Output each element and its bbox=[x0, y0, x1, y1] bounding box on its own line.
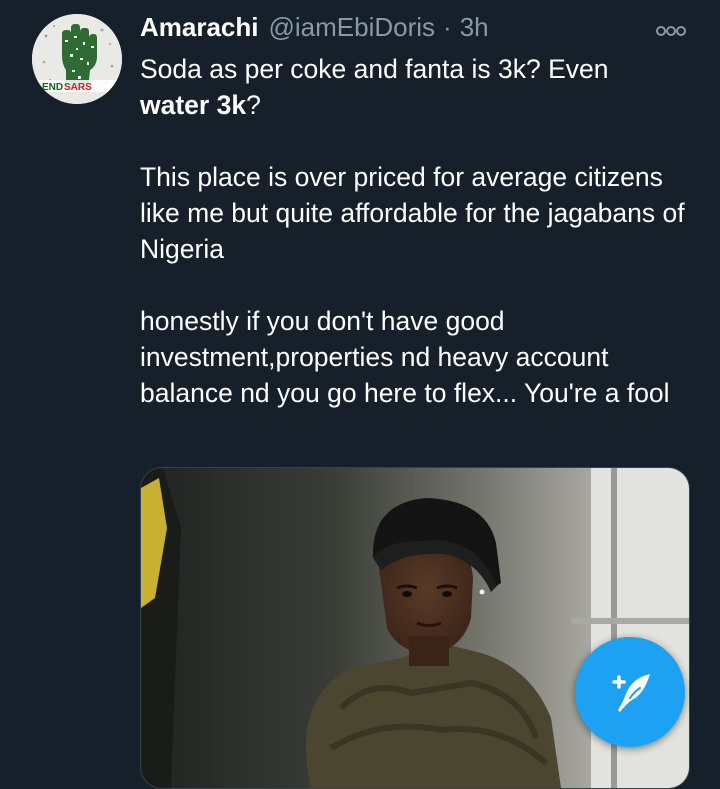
tweet-paragraph-1: Soda as per coke and fanta is 3k? Even w… bbox=[140, 51, 700, 123]
compose-tweet-button[interactable] bbox=[575, 637, 685, 747]
more-options-icon[interactable] bbox=[651, 20, 691, 42]
compose-tweet-icon bbox=[612, 674, 650, 712]
tweet[interactable]: END SARS Amarachi @iamEbiDoris · 3h Soda… bbox=[0, 0, 720, 789]
tweet-header: Amarachi @iamEbiDoris · 3h bbox=[140, 12, 489, 46]
header-separator: · bbox=[443, 12, 452, 42]
raised-fist-avatar-icon: END SARS bbox=[32, 14, 122, 104]
tweet-bold-text: water 3k bbox=[140, 90, 247, 120]
tweet-timestamp[interactable]: 3h bbox=[460, 12, 489, 43]
tweet-line-2-suffix: ? bbox=[246, 90, 261, 120]
tweet-text: Soda as per coke and fanta is 3k? Even w… bbox=[140, 51, 700, 411]
tweet-paragraph-2: This place is over priced for average ci… bbox=[140, 162, 685, 264]
svg-text:SARS: SARS bbox=[64, 82, 92, 93]
author-avatar[interactable]: END SARS bbox=[32, 14, 122, 104]
author-handle[interactable]: @iamEbiDoris bbox=[269, 12, 436, 43]
tweet-line-1: Soda as per coke and fanta is 3k? Even bbox=[140, 54, 609, 84]
svg-text:END: END bbox=[42, 82, 63, 93]
tweet-paragraph-3: honestly if you don't have good investme… bbox=[140, 306, 670, 408]
author-name[interactable]: Amarachi bbox=[140, 12, 259, 43]
